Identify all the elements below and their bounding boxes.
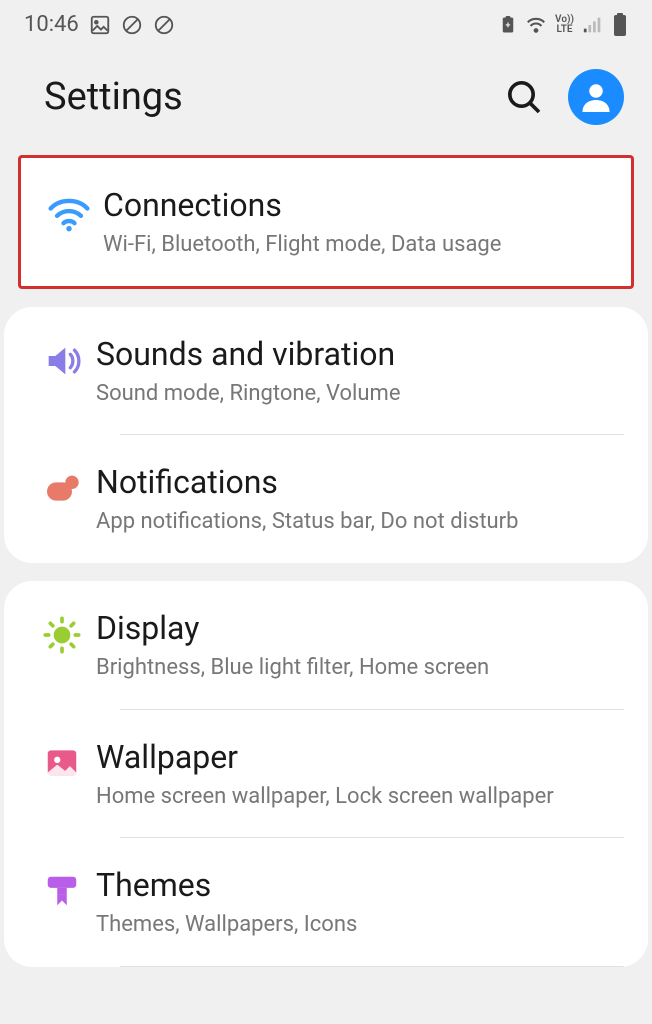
- search-button[interactable]: [504, 77, 544, 117]
- setting-desc: Sound mode, Ringtone, Volume: [96, 379, 624, 409]
- notifications-icon: [28, 463, 96, 509]
- person-icon: [578, 79, 614, 115]
- setting-display[interactable]: Display Brightness, Blue light filter, H…: [4, 581, 648, 709]
- search-icon: [504, 77, 544, 117]
- setting-wallpaper[interactable]: Wallpaper Home screen wallpaper, Lock sc…: [4, 710, 648, 838]
- card-group-sounds: Sounds and vibration Sound mode, Rington…: [4, 307, 648, 563]
- wallpaper-icon: [28, 738, 96, 782]
- setting-desc: Home screen wallpaper, Lock screen wallp…: [96, 782, 624, 812]
- setting-title: Sounds and vibration: [96, 335, 624, 373]
- setting-title: Wallpaper: [96, 738, 624, 776]
- setting-desc: Themes, Wallpapers, Icons: [96, 910, 624, 940]
- setting-desc: App notifications, Status bar, Do not di…: [96, 507, 624, 537]
- divider: [120, 966, 624, 967]
- connections-highlight: Connections Wi-Fi, Bluetooth, Flight mod…: [18, 155, 634, 289]
- display-icon: [28, 609, 96, 655]
- volte-indicator: Vo)) LTE: [555, 15, 574, 35]
- status-bar: 10:46 + Vo)) LTE: [0, 0, 652, 45]
- dnd-icon: [121, 14, 143, 36]
- page-title: Settings: [44, 75, 183, 119]
- themes-icon: [28, 866, 96, 910]
- battery-saver-icon: +: [499, 16, 517, 34]
- profile-button[interactable]: [568, 69, 624, 125]
- wifi-setting-icon: [35, 186, 103, 236]
- setting-sounds[interactable]: Sounds and vibration Sound mode, Rington…: [4, 307, 648, 435]
- setting-desc: Wi-Fi, Bluetooth, Flight mode, Data usag…: [103, 230, 607, 260]
- setting-connections[interactable]: Connections Wi-Fi, Bluetooth, Flight mod…: [21, 158, 631, 286]
- sound-icon: [28, 335, 96, 381]
- setting-text: Notifications App notifications, Status …: [96, 463, 624, 537]
- setting-title: Connections: [103, 186, 607, 224]
- dnd-icon-2: [153, 14, 175, 36]
- setting-text: Themes Themes, Wallpapers, Icons: [96, 866, 624, 940]
- card-group-display: Display Brightness, Blue light filter, H…: [4, 581, 648, 967]
- setting-notifications[interactable]: Notifications App notifications, Status …: [4, 435, 648, 563]
- picture-icon: [89, 14, 111, 36]
- setting-text: Display Brightness, Blue light filter, H…: [96, 609, 624, 683]
- setting-title: Notifications: [96, 463, 624, 501]
- setting-text: Wallpaper Home screen wallpaper, Lock sc…: [96, 738, 624, 812]
- battery-icon: [612, 13, 628, 37]
- signal-icon: [582, 14, 604, 36]
- setting-text: Sounds and vibration Sound mode, Rington…: [96, 335, 624, 409]
- status-right: + Vo)) LTE: [499, 13, 628, 37]
- setting-title: Display: [96, 609, 624, 647]
- wifi-icon: [525, 14, 547, 36]
- status-time: 10:46: [24, 12, 79, 37]
- header: Settings: [0, 45, 652, 155]
- setting-text: Connections Wi-Fi, Bluetooth, Flight mod…: [103, 186, 607, 260]
- setting-desc: Brightness, Blue light filter, Home scre…: [96, 653, 624, 683]
- lte-text: LTE: [555, 25, 574, 35]
- status-left: 10:46: [24, 12, 175, 37]
- header-actions: [504, 69, 624, 125]
- setting-themes[interactable]: Themes Themes, Wallpapers, Icons: [4, 838, 648, 966]
- vo-text: Vo)): [555, 15, 574, 25]
- svg-text:+: +: [506, 21, 511, 31]
- setting-title: Themes: [96, 866, 624, 904]
